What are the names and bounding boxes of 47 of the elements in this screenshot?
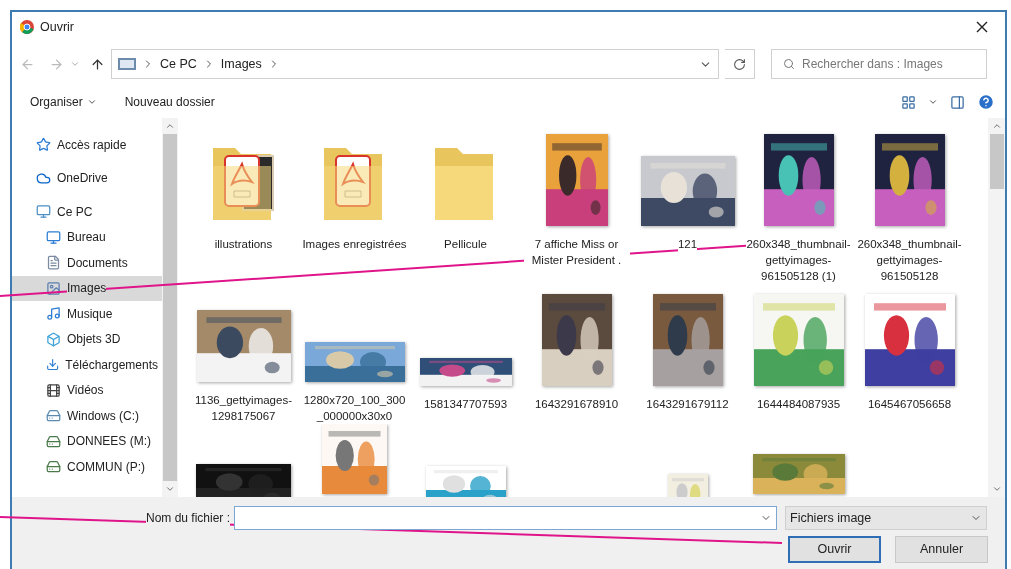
refresh-icon [733, 57, 746, 71]
sidebar-item[interactable]: Accès rapide [12, 132, 162, 158]
scrollbar[interactable] [162, 118, 178, 497]
scroll-up-icon [991, 121, 1002, 131]
preview-pane-icon[interactable] [950, 94, 965, 110]
browser-logo-icon [20, 20, 34, 34]
back-icon[interactable] [20, 56, 35, 72]
sidebar-item[interactable]: DONNEES (M:) [12, 428, 162, 454]
sidebar-item[interactable]: COMMUN (P:) [12, 454, 162, 480]
sidebar-item[interactable]: Windows (C:) [12, 403, 162, 429]
close-icon [976, 21, 988, 33]
dialog-button[interactable]: Annuler [895, 536, 988, 563]
breadcrumb[interactable]: Ce PC [160, 54, 197, 74]
sidebar-item[interactable]: OneDrive [12, 165, 162, 191]
sidebar-item[interactable]: Documents [12, 250, 162, 276]
recent-locations-icon[interactable] [70, 59, 80, 69]
search-icon [783, 58, 795, 70]
window-title: Ouvrir [40, 18, 75, 36]
scrollbar[interactable] [988, 118, 1005, 497]
file-type-select[interactable]: Fichiers image [785, 506, 987, 530]
sidebar-item[interactable]: Téléchargements [12, 352, 162, 378]
sidebar-item[interactable]: Musique [12, 301, 162, 327]
pc-icon [118, 58, 136, 70]
filename-field[interactable] [234, 506, 777, 530]
scroll-thumb[interactable] [163, 134, 177, 481]
new-folder-button[interactable]: Nouveau dossier [124, 93, 215, 111]
help-icon[interactable] [977, 93, 995, 111]
up-icon[interactable] [90, 56, 105, 72]
sidebar-item[interactable]: Ce PC [12, 199, 162, 225]
address-bar[interactable]: Ce PC Images [111, 49, 719, 79]
dialog-button[interactable]: Ouvrir [788, 536, 881, 563]
refresh-button[interactable] [725, 49, 755, 79]
scroll-down-icon [991, 484, 1002, 494]
sidebar-item[interactable]: Objets 3D [12, 326, 162, 352]
breadcrumb[interactable]: Images [220, 54, 262, 74]
sidebar-item[interactable]: Images [12, 275, 162, 301]
sidebar-item[interactable]: Bureau [12, 224, 162, 250]
scroll-down-icon [165, 484, 175, 494]
forward-icon[interactable] [49, 56, 64, 72]
scroll-thumb[interactable] [989, 134, 1004, 189]
sidebar-item[interactable]: Vidéos [12, 377, 162, 403]
caret-icon[interactable] [928, 97, 938, 107]
view-options-icon[interactable] [901, 94, 916, 110]
scroll-up-icon [165, 121, 175, 131]
search-field[interactable]: Rechercher dans : Images [771, 49, 987, 79]
organize-button[interactable]: Organiser [30, 93, 97, 111]
caret-icon [86, 97, 97, 107]
